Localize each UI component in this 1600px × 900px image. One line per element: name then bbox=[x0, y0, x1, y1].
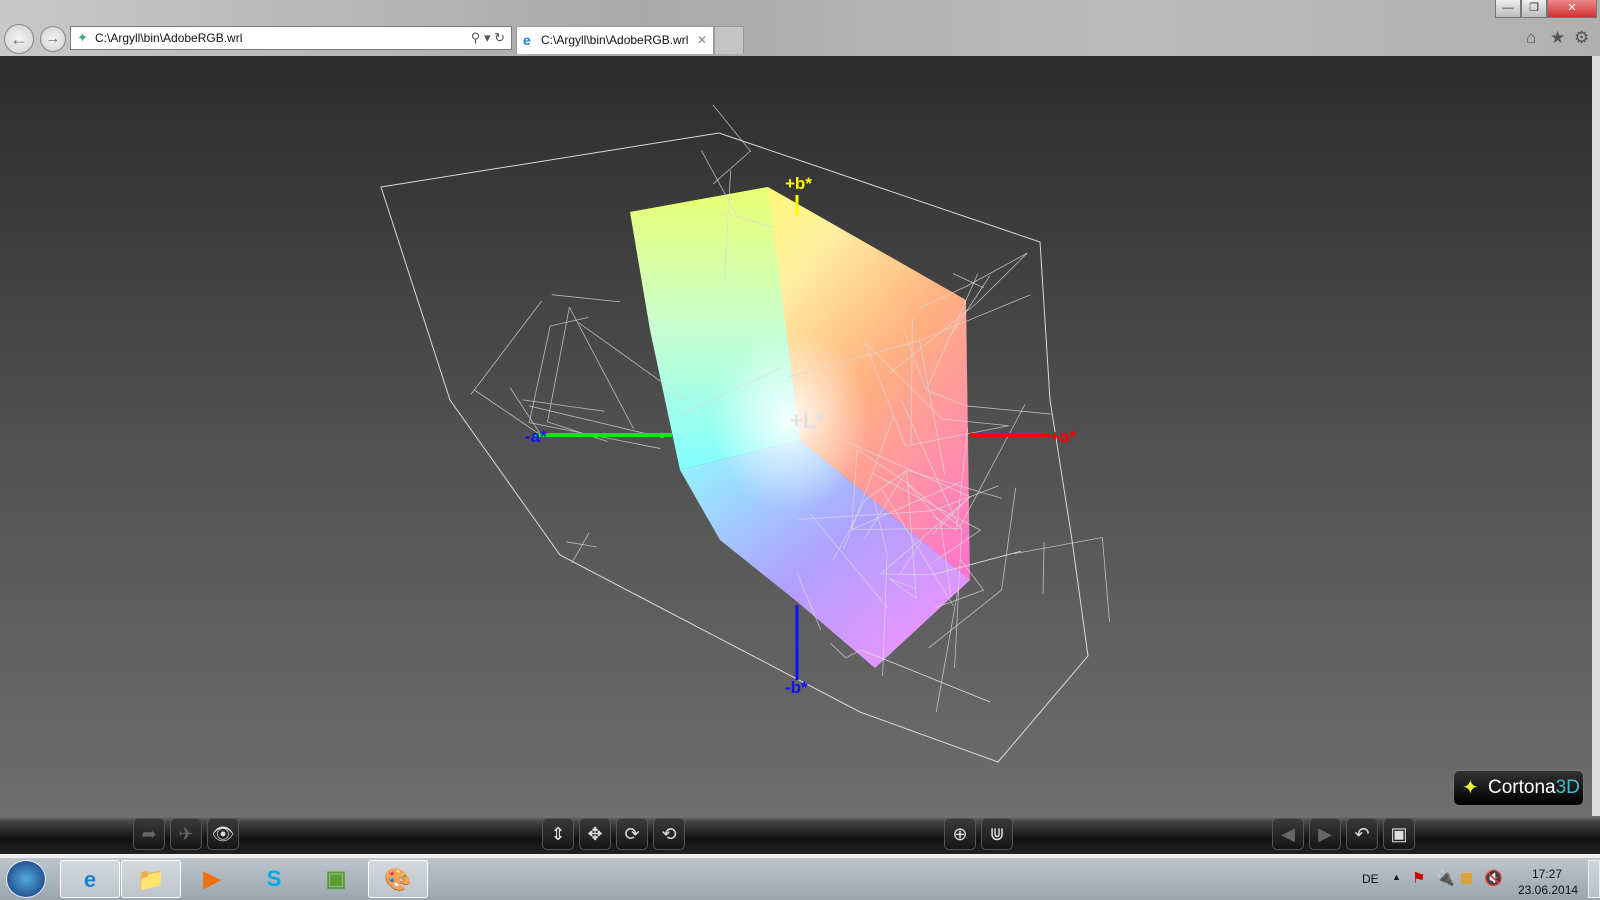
taskbar-explorer[interactable]: 📁 bbox=[121, 860, 181, 898]
taskbar-evernote[interactable]: ▣ bbox=[306, 860, 366, 898]
minus-b-label: -b* bbox=[785, 678, 808, 697]
plane-button[interactable]: ⇕ bbox=[542, 818, 574, 850]
tab-title: C:\Argyll\bin\AdobeRGB.wrl bbox=[541, 33, 689, 47]
wireframe-edge bbox=[551, 294, 621, 303]
action-center-flag-icon[interactable]: ⚑ bbox=[1412, 869, 1425, 887]
scrollbar[interactable] bbox=[1592, 56, 1600, 816]
ie-icon: e bbox=[83, 867, 97, 892]
crosshair-icon: ⊕ bbox=[952, 824, 968, 844]
wireframe-edge bbox=[522, 399, 605, 412]
address-bar[interactable]: ✦ C:\Argyll\bin\AdobeRGB.wrl ⚲ ▾ ↻ bbox=[70, 26, 512, 50]
back-button[interactable]: ← bbox=[4, 24, 34, 54]
tab-adobergb[interactable]: e C:\Argyll\bin\AdobeRGB.wrl ✕ bbox=[516, 26, 714, 54]
eye-icon: 👁 bbox=[211, 824, 235, 844]
cortona-toolbar: ➦ ✈ 👁 ⇕ ✥ ⟳ ⟲ ⊕ ⋓ ◀ ▶ ↶ ▣ bbox=[0, 816, 1600, 854]
show-hidden-icons[interactable]: ▲ bbox=[1392, 872, 1401, 882]
cortona-star-icon: ✦ bbox=[1462, 777, 1479, 799]
dropdown-icon[interactable]: ▾ bbox=[484, 30, 491, 45]
wireframe-edge bbox=[830, 643, 847, 659]
clock-date[interactable]: 23.06.2014 bbox=[1518, 883, 1578, 897]
minus-a-label: -a* bbox=[525, 427, 547, 446]
close-tab-icon[interactable]: ✕ bbox=[697, 27, 707, 53]
plus-a-label: +a* bbox=[1050, 427, 1076, 446]
show-desktop-button[interactable] bbox=[1588, 860, 1600, 898]
cortona-page-icon: ✦ bbox=[77, 30, 88, 45]
wireframe-edge bbox=[1101, 537, 1110, 622]
wireframe-edge bbox=[547, 421, 608, 442]
plane-arrow-icon: ⇕ bbox=[550, 824, 566, 844]
wireframe-edge bbox=[977, 252, 1028, 303]
minimize-button[interactable]: — bbox=[1495, 0, 1521, 18]
evernote-icon: ▣ bbox=[325, 866, 347, 891]
taskbar-paint[interactable]: 🎨 bbox=[368, 860, 428, 898]
wireframe-edge bbox=[966, 252, 1028, 287]
wireframe-edge bbox=[860, 649, 991, 703]
wireframe-edge bbox=[712, 104, 752, 153]
go-button[interactable]: ➦ bbox=[133, 818, 165, 850]
roll-button[interactable]: ⟲ bbox=[653, 818, 685, 850]
wireframe-edge bbox=[1014, 537, 1103, 555]
folder-icon: 📁 bbox=[137, 867, 165, 892]
next-viewpoint-button[interactable]: ▶ bbox=[1309, 818, 1341, 850]
fit-button[interactable]: ⊕ bbox=[944, 818, 976, 850]
refresh-icon[interactable]: ↻ bbox=[494, 30, 505, 45]
next-icon: ▶ bbox=[1318, 824, 1332, 844]
language-indicator[interactable]: DE bbox=[1362, 872, 1379, 886]
undo-button[interactable]: ↶ bbox=[1346, 818, 1378, 850]
turn-icon: ⟳ bbox=[624, 824, 640, 844]
gamut-plot: +b* -b* +a* -a* +L* bbox=[380, 104, 1110, 763]
3d-viewport[interactable]: +b* -b* +a* -a* +L* bbox=[0, 56, 1592, 816]
pan-icon: ✥ bbox=[587, 824, 603, 844]
ie-icon: e bbox=[523, 32, 531, 48]
wireframe-edge bbox=[1042, 542, 1045, 594]
new-tab-button[interactable] bbox=[714, 26, 744, 54]
fullscreen-button[interactable]: ▣ bbox=[1383, 818, 1415, 850]
turn-button[interactable]: ⟳ bbox=[616, 818, 648, 850]
clock-time[interactable]: 17:27 bbox=[1532, 867, 1562, 881]
close-window-button[interactable]: ✕ bbox=[1547, 0, 1597, 18]
straighten-button[interactable]: ⋓ bbox=[981, 818, 1013, 850]
cortona3d-logo[interactable]: ✦ Cortona3D bbox=[1453, 770, 1584, 806]
forward-button[interactable]: → bbox=[40, 26, 66, 52]
restore-button[interactable]: ❐ bbox=[1521, 0, 1547, 18]
start-button[interactable] bbox=[6, 860, 46, 898]
previous-viewpoint-button[interactable]: ◀ bbox=[1272, 818, 1304, 850]
fullscreen-icon: ▣ bbox=[1390, 824, 1408, 844]
gear-icon[interactable]: ⚙ bbox=[1574, 28, 1589, 48]
wireframe-edge bbox=[1001, 487, 1017, 591]
wireframe-edge bbox=[470, 300, 543, 395]
undo-icon: ↶ bbox=[1354, 824, 1370, 844]
wireframe-edge bbox=[959, 404, 1026, 528]
view-button[interactable]: 👁 bbox=[207, 818, 239, 850]
network-icon[interactable]: ▩ bbox=[1460, 869, 1473, 886]
paint-palette-icon: 🎨 bbox=[384, 867, 412, 892]
fly-button[interactable]: ✈ bbox=[170, 818, 202, 850]
home-icon[interactable]: ⌂ bbox=[1526, 28, 1536, 48]
favorites-star-icon[interactable]: ★ bbox=[1550, 28, 1565, 48]
wireframe-edge bbox=[571, 532, 590, 563]
wireframe-edge bbox=[966, 405, 1053, 415]
wireframe-edge bbox=[712, 150, 751, 185]
browser-chrome: ← → ✦ C:\Argyll\bin\AdobeRGB.wrl ⚲ ▾ ↻ e… bbox=[0, 0, 1600, 56]
taskbar: e 📁 ▶ S ▣ 🎨 DE ▲ ⚑ 🔌 ▩ 🔇 17:27 23.06.201… bbox=[0, 858, 1600, 900]
plus-b-label: +b* bbox=[785, 174, 812, 193]
address-text: C:\Argyll\bin\AdobeRGB.wrl bbox=[95, 31, 243, 45]
taskbar-skype[interactable]: S bbox=[244, 860, 304, 898]
volume-muted-icon[interactable]: 🔇 bbox=[1484, 869, 1503, 887]
taskbar-ie[interactable]: e bbox=[60, 860, 120, 898]
skype-icon: S bbox=[266, 866, 282, 891]
pan-button[interactable]: ✥ bbox=[579, 818, 611, 850]
power-plug-icon[interactable]: 🔌 bbox=[1436, 869, 1455, 887]
fly-icon: ✈ bbox=[178, 824, 194, 844]
go-icon: ➦ bbox=[141, 824, 157, 844]
play-icon: ▶ bbox=[203, 866, 221, 891]
taskbar-media-player[interactable]: ▶ bbox=[182, 860, 242, 898]
plus-l-label: +L* bbox=[790, 408, 825, 433]
wireframe-edge bbox=[550, 316, 589, 327]
search-icon[interactable]: ⚲ bbox=[471, 30, 481, 45]
previous-icon: ◀ bbox=[1281, 824, 1295, 844]
roll-icon: ⟲ bbox=[661, 824, 677, 844]
straighten-icon: ⋓ bbox=[989, 824, 1005, 844]
